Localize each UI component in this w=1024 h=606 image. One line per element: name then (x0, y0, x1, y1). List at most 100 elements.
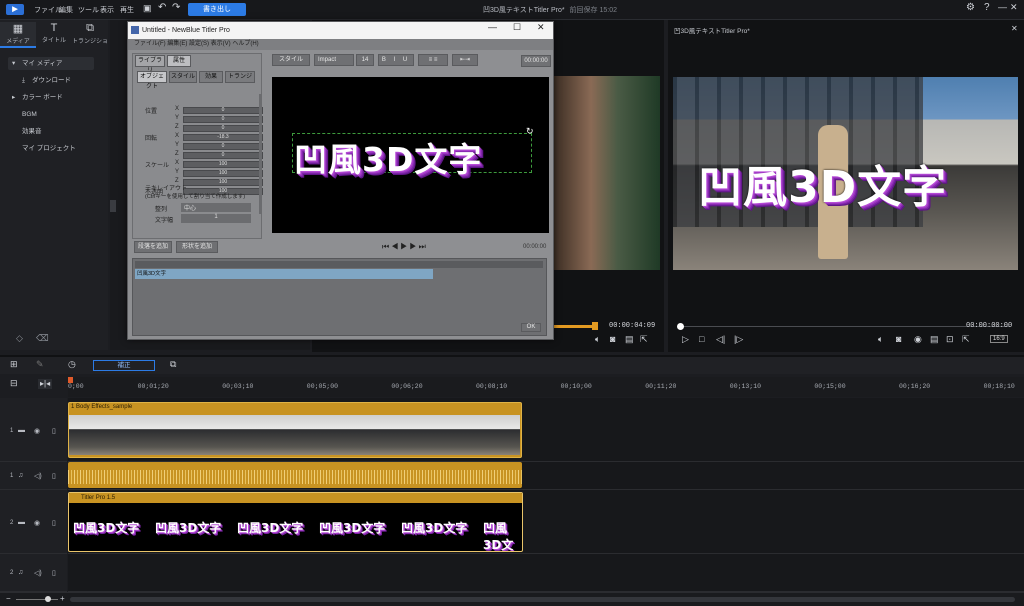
titler-transport[interactable]: ⏮◀▶▶⏭ (382, 242, 428, 252)
arrange-icon[interactable]: ⊞ (10, 360, 18, 369)
nav-sound-effects[interactable]: 効果音 (8, 125, 94, 138)
menu-view[interactable]: 表示 (100, 5, 114, 15)
menu-tools[interactable]: ツール (78, 5, 99, 15)
subtab-object[interactable]: オブジェクト (137, 71, 167, 90)
lock-icon[interactable]: ▯ (52, 519, 56, 527)
close-icon[interactable]: ✕ (537, 23, 545, 32)
play-icon[interactable]: ▷ (682, 334, 689, 345)
zoom-slider-handle[interactable] (45, 596, 51, 602)
property-value-slider[interactable]: 0 (183, 116, 263, 123)
lock-icon[interactable]: ▯ (52, 472, 56, 480)
volume-icon[interactable]: 🔈︎ (595, 334, 600, 345)
timeline-scrollbar[interactable] (70, 597, 1015, 602)
align-buttons[interactable]: ≡ ≡ (418, 54, 448, 66)
snapshot-icon[interactable]: ◙ (896, 334, 901, 344)
lock-icon[interactable]: ▯ (52, 569, 56, 577)
aspect-ratio-button[interactable]: 16:9 (990, 335, 1008, 343)
track-lane-1-audio[interactable] (68, 462, 1024, 490)
subtab-effect[interactable]: 効果 (199, 71, 223, 83)
nav-color-board[interactable]: ▸ カラー ボード (8, 91, 94, 104)
subtitle-icon[interactable]: ▤ (930, 334, 939, 345)
inspector-scrollbar[interactable] (259, 94, 262, 214)
minimize-icon[interactable]: — (998, 3, 1007, 12)
tab-title[interactable]: T タイトル (36, 22, 72, 48)
tab-transition[interactable]: ⧉ トランジション (72, 22, 108, 48)
fit-timeline-icon[interactable]: ▸|◂ (38, 379, 53, 389)
speaker-icon[interactable]: ◁) (34, 569, 42, 577)
title-clip[interactable]: Titler Pro 1.5 凹風3D文字 凹風3D文字 凹風3D文字 凹風3D文字 凹… (68, 492, 523, 552)
track-lane-2-video[interactable]: Titler Pro 1.5 凹風3D文字 凹風3D文字 凹風3D文字 凹風3D文字 凹… (68, 490, 1024, 554)
playhead-marker[interactable] (592, 322, 598, 330)
property-value-slider[interactable]: 100 (183, 161, 263, 168)
correction-button[interactable]: 補正 (93, 360, 155, 371)
audio-waveform-clip[interactable] (68, 462, 522, 488)
volume-icon[interactable]: 🔈︎ (878, 334, 883, 345)
zoom-slider-track[interactable] (16, 599, 58, 600)
visibility-eye-icon[interactable]: ◉ (34, 519, 40, 527)
dialog-menubar[interactable]: ファイル(F) 編集(E) 設定(S) 表示(V) ヘルプ(H) (128, 39, 553, 50)
speaker-icon[interactable]: ◁) (34, 472, 42, 480)
property-value-slider[interactable]: 0 (183, 107, 263, 114)
maximize-icon[interactable]: ☐ (513, 23, 521, 32)
property-value-slider[interactable]: 0 (183, 125, 263, 132)
popout-icon[interactable]: ⇱ (962, 334, 970, 345)
close-icon[interactable]: ✕ (1011, 25, 1018, 33)
zoom-out-icon[interactable]: − (6, 595, 11, 603)
indent-buttons[interactable]: ⇤⇥ (452, 54, 478, 66)
titler-track-bar[interactable]: 凹風3D文字 (135, 269, 433, 279)
prev-frame-icon[interactable]: ◁| (716, 334, 725, 345)
property-value-slider[interactable]: 100 (183, 179, 263, 186)
tab-media[interactable]: ▦ メディア (0, 22, 36, 48)
track-lane-2-audio[interactable] (68, 554, 1024, 592)
property-value-slider[interactable]: -18.3 (183, 134, 263, 141)
speed-icon[interactable]: ◷ (68, 360, 76, 369)
menu-play[interactable]: 再生 (120, 5, 134, 15)
add-shape-button[interactable]: 形状を追加 (176, 241, 218, 253)
snapshot-icon[interactable]: ◙ (610, 334, 615, 344)
property-value-slider[interactable]: 0 (183, 152, 263, 159)
subtitle-icon[interactable]: ▤ (625, 334, 634, 345)
tag-icon[interactable]: ◇ (16, 334, 23, 343)
add-paragraph-button[interactable]: 段落を追加 (134, 241, 172, 253)
nav-my-media[interactable]: ▾ マイ メディア (8, 57, 94, 70)
property-value-slider[interactable]: 0 (183, 143, 263, 150)
font-size-select[interactable]: 14 (356, 54, 374, 66)
nav-bgm[interactable]: BGM (8, 108, 94, 121)
scrub-handle[interactable] (677, 323, 684, 330)
canvas-title-text[interactable]: 凹風3D文字 (294, 133, 482, 181)
track-lane-1-video[interactable]: 1 Body Effects_sample (68, 398, 1024, 462)
record-icon[interactable]: ◉ (914, 334, 922, 345)
help-icon[interactable]: ? (984, 3, 990, 13)
close-icon[interactable]: ✕ (1010, 3, 1018, 12)
nav-my-projects[interactable]: マイ プロジェクト (8, 142, 94, 155)
undo-icon[interactable]: ↶ (158, 3, 166, 13)
spacing-value[interactable]: 1 (181, 214, 251, 223)
next-frame-icon[interactable]: |▷ (734, 334, 743, 345)
lock-icon[interactable]: ▯ (52, 427, 56, 435)
rotate-handle-icon[interactable]: ↻ (526, 127, 534, 136)
export-button[interactable]: 書き出し (188, 3, 246, 16)
zoom-in-icon[interactable]: + (60, 595, 65, 603)
settings-gear-icon[interactable]: ⚙ (966, 3, 975, 13)
collapse-handle[interactable] (110, 200, 116, 212)
property-value-slider[interactable]: 100 (183, 170, 263, 177)
video-clip[interactable]: 1 Body Effects_sample (68, 402, 522, 458)
nav-download[interactable]: ⤓ ダウンロード (8, 74, 94, 87)
export-frame-icon[interactable]: ⧉ (170, 360, 176, 369)
text-format-buttons[interactable]: B I U (378, 54, 414, 66)
tab-attributes[interactable]: 属性 (167, 55, 191, 67)
subtab-transition[interactable]: トランジション (225, 71, 255, 83)
edit-pencil-icon[interactable]: ✎ (36, 360, 44, 369)
font-select[interactable]: Impact (314, 54, 354, 66)
eraser-icon[interactable]: ⌫ (36, 334, 49, 343)
align-select[interactable]: 中心 (181, 203, 251, 212)
subtab-style[interactable]: スタイル (169, 71, 197, 83)
menu-edit[interactable]: 編集 (59, 5, 73, 15)
stop-icon[interactable]: □ (699, 334, 704, 344)
popout-icon[interactable]: ⇱ (640, 334, 648, 345)
minimize-icon[interactable]: — (488, 23, 497, 32)
track-settings-icon[interactable]: ⊟ (10, 379, 18, 388)
style-button[interactable]: スタイル (272, 54, 310, 66)
titler-canvas[interactable]: 凹風3D文字 ↻ (272, 77, 549, 233)
save-icon[interactable]: ▣ (143, 4, 152, 13)
